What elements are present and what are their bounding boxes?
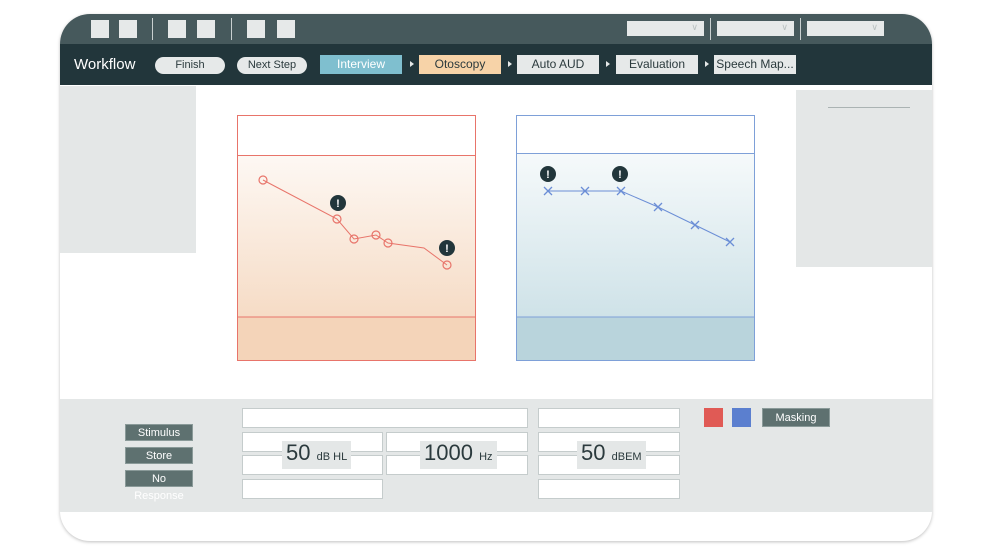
app-window: ∨ ∨ ∨ Workflow Finish Next Step Intervie… bbox=[60, 14, 932, 541]
toolbar-button[interactable] bbox=[119, 20, 137, 38]
step-interview[interactable]: Interview bbox=[320, 55, 402, 74]
toolbar: ∨ ∨ ∨ bbox=[60, 14, 932, 44]
warning-icon: ! bbox=[330, 195, 346, 211]
warning-icon: ! bbox=[540, 166, 556, 182]
toolbar-button[interactable] bbox=[197, 20, 215, 38]
warning-icon: ! bbox=[439, 240, 455, 256]
toolbar-button[interactable] bbox=[168, 20, 186, 38]
audiogram-right-ear[interactable]: !! bbox=[237, 115, 476, 361]
dropdown[interactable]: ∨ bbox=[627, 21, 704, 36]
chevron-down-icon: ∨ bbox=[691, 22, 698, 32]
frequency-unit: Hz bbox=[479, 451, 493, 463]
level-unit: dB HL bbox=[316, 451, 348, 463]
workflow-bar: Workflow Finish Next Step Interview Otos… bbox=[60, 44, 932, 85]
toolbar-button[interactable] bbox=[247, 20, 265, 38]
chevron-down-icon: ∨ bbox=[781, 22, 788, 32]
workflow-title: Workflow bbox=[74, 56, 136, 73]
step-auto-aud[interactable]: Auto AUD bbox=[517, 55, 599, 74]
toolbar-button[interactable] bbox=[277, 20, 295, 38]
frequency-value: 1000 bbox=[424, 440, 473, 465]
masking-readout: 50 dBEM bbox=[577, 441, 646, 469]
arrow-right-icon bbox=[410, 61, 414, 67]
no-response-button[interactable]: No Response bbox=[125, 470, 193, 502]
arrow-right-icon bbox=[705, 61, 709, 67]
masking-value: 50 bbox=[581, 440, 606, 465]
field[interactable] bbox=[538, 408, 680, 428]
svg-text:!: ! bbox=[445, 243, 449, 255]
store-button[interactable]: Store bbox=[125, 447, 193, 464]
field[interactable] bbox=[242, 479, 383, 499]
left-ear-selector[interactable] bbox=[732, 408, 751, 427]
level-value: 50 bbox=[286, 440, 311, 465]
finish-button[interactable]: Finish bbox=[155, 57, 225, 74]
dropdown[interactable]: ∨ bbox=[717, 21, 794, 36]
svg-text:!: ! bbox=[336, 198, 340, 210]
frequency-readout: 1000 Hz bbox=[420, 441, 497, 469]
masking-button[interactable]: Masking bbox=[762, 408, 830, 427]
divider bbox=[710, 18, 711, 40]
svg-text:!: ! bbox=[546, 169, 550, 181]
divider bbox=[800, 18, 801, 40]
toolbar-button[interactable] bbox=[91, 20, 109, 38]
next-step-button[interactable]: Next Step bbox=[237, 57, 307, 74]
divider bbox=[231, 18, 232, 40]
field[interactable] bbox=[538, 479, 680, 499]
chevron-down-icon: ∨ bbox=[871, 22, 878, 32]
right-ear-selector[interactable] bbox=[704, 408, 723, 427]
control-panel: Stimulus Store No Response 50 dB HL 1000… bbox=[60, 399, 932, 512]
svg-text:!: ! bbox=[618, 169, 622, 181]
stimulus-button[interactable]: Stimulus bbox=[125, 424, 193, 441]
left-side-panel bbox=[60, 86, 196, 253]
arrow-right-icon bbox=[606, 61, 610, 67]
level-readout: 50 dB HL bbox=[282, 440, 352, 469]
divider bbox=[152, 18, 153, 40]
step-evaluation[interactable]: Evaluation bbox=[616, 55, 698, 74]
field[interactable] bbox=[242, 408, 528, 428]
audiogram-left-ear[interactable]: !! bbox=[516, 115, 755, 361]
divider bbox=[828, 107, 910, 108]
dropdown[interactable]: ∨ bbox=[807, 21, 884, 36]
step-speech-map[interactable]: Speech Map... bbox=[714, 55, 796, 74]
right-side-panel bbox=[796, 90, 932, 267]
arrow-right-icon bbox=[508, 61, 512, 67]
masking-unit: dBEM bbox=[611, 451, 642, 463]
warning-icon: ! bbox=[612, 166, 628, 182]
step-otoscopy[interactable]: Otoscopy bbox=[419, 55, 501, 74]
